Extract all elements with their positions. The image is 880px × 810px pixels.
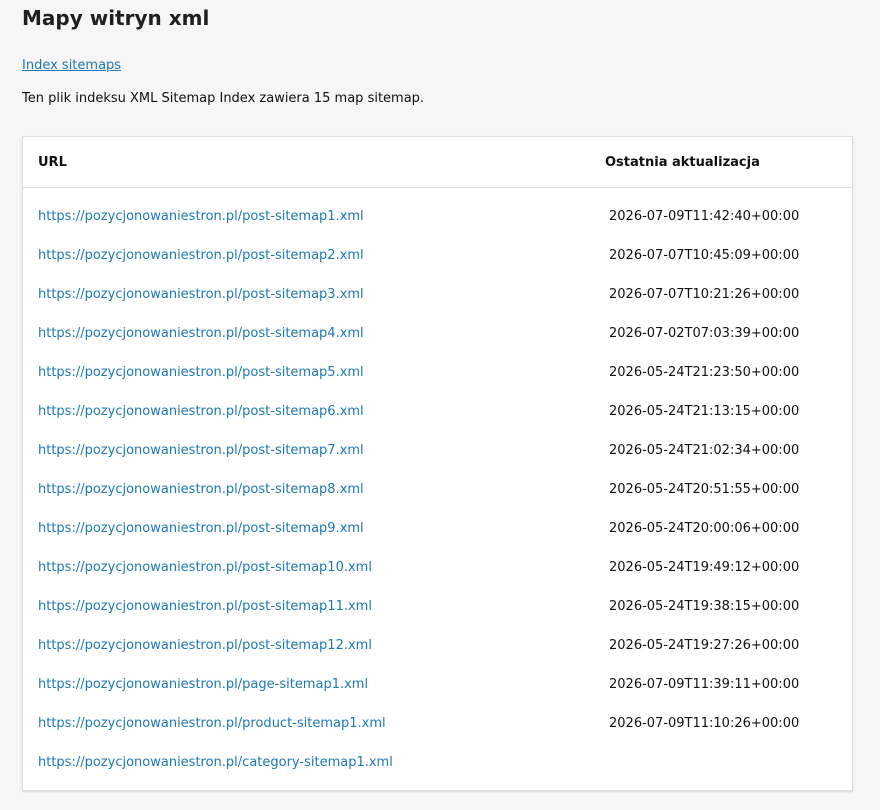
sitemap-url-link[interactable]: https://pozycjonowaniestron.pl/post-site… [38, 599, 372, 615]
last-modified-date: 2026-05-24T21:13:15+00:00 [609, 404, 800, 419]
sitemap-url-link[interactable]: https://pozycjonowaniestron.pl/post-site… [38, 638, 372, 654]
sitemap-url-link[interactable]: https://pozycjonowaniestron.pl/post-site… [38, 287, 364, 303]
sitemap-url-link[interactable]: https://pozycjonowaniestron.pl/page-site… [38, 677, 368, 693]
sitemap-url-link[interactable]: https://pozycjonowaniestron.pl/post-site… [38, 443, 364, 459]
last-modified-date: 2026-05-24T20:00:06+00:00 [609, 521, 800, 536]
table-row: https://pozycjonowaniestron.pl/post-site… [23, 599, 852, 638]
last-modified-date: 2026-07-07T10:21:26+00:00 [609, 287, 800, 302]
table-header: URL Ostatnia aktualizacja [23, 137, 852, 188]
last-modified-date: 2026-05-24T19:49:12+00:00 [609, 560, 800, 575]
table-row: https://pozycjonowaniestron.pl/post-site… [23, 404, 852, 443]
table-row: https://pozycjonowaniestron.pl/product-s… [23, 716, 852, 755]
table-row: https://pozycjonowaniestron.pl/post-site… [23, 365, 852, 404]
table-row: https://pozycjonowaniestron.pl/post-site… [23, 248, 852, 287]
last-modified-date: 2026-07-02T07:03:39+00:00 [609, 326, 800, 341]
last-modified-date: 2026-05-24T21:02:34+00:00 [609, 443, 800, 458]
sitemap-url-link[interactable]: https://pozycjonowaniestron.pl/post-site… [38, 248, 364, 264]
sitemap-description: Ten plik indeksu XML Sitemap Index zawie… [22, 91, 425, 106]
sitemap-url-link[interactable]: https://pozycjonowaniestron.pl/post-site… [38, 404, 364, 420]
table-row: https://pozycjonowaniestron.pl/post-site… [23, 443, 852, 482]
last-modified-date: 2026-07-09T11:39:11+00:00 [609, 677, 800, 692]
table-row: https://pozycjonowaniestron.pl/post-site… [23, 560, 852, 599]
sitemap-page: Mapy witryn xml Index sitemaps Ten plik … [0, 0, 880, 107]
sitemap-url-link[interactable]: https://pozycjonowaniestron.pl/post-site… [38, 521, 364, 537]
last-modified-date: 2026-07-09T11:42:40+00:00 [609, 209, 800, 224]
last-modified-date: 2026-05-24T19:38:15+00:00 [609, 599, 800, 614]
last-modified-date: 2026-05-24T21:23:50+00:00 [609, 365, 800, 380]
index-sitemaps-link[interactable]: Index sitemaps [22, 58, 121, 74]
last-modified-date: 2026-07-07T10:45:09+00:00 [609, 248, 800, 263]
column-header-last-modified: Ostatnia aktualizacja [605, 155, 760, 170]
sitemap-url-link[interactable]: https://pozycjonowaniestron.pl/post-site… [38, 365, 364, 381]
column-header-url: URL [38, 155, 67, 170]
table-row: https://pozycjonowaniestron.pl/category-… [23, 755, 852, 794]
last-modified-date: 2026-05-24T19:27:26+00:00 [609, 638, 800, 653]
table-row: https://pozycjonowaniestron.pl/page-site… [23, 677, 852, 716]
table-body: https://pozycjonowaniestron.pl/post-site… [23, 188, 852, 794]
table-row: https://pozycjonowaniestron.pl/post-site… [23, 209, 852, 248]
sitemap-url-link[interactable]: https://pozycjonowaniestron.pl/post-site… [38, 560, 372, 576]
table-row: https://pozycjonowaniestron.pl/post-site… [23, 326, 852, 365]
table-row: https://pozycjonowaniestron.pl/post-site… [23, 638, 852, 677]
sitemap-table: URL Ostatnia aktualizacja https://pozycj… [22, 136, 853, 791]
last-modified-date: 2026-05-24T20:51:55+00:00 [609, 482, 800, 497]
sitemap-url-link[interactable]: https://pozycjonowaniestron.pl/category-… [38, 755, 393, 771]
last-modified-date: 2026-07-09T11:10:26+00:00 [609, 716, 800, 731]
sitemap-url-link[interactable]: https://pozycjonowaniestron.pl/post-site… [38, 482, 364, 498]
sitemap-url-link[interactable]: https://pozycjonowaniestron.pl/product-s… [38, 716, 386, 732]
sitemap-url-link[interactable]: https://pozycjonowaniestron.pl/post-site… [38, 209, 364, 225]
table-row: https://pozycjonowaniestron.pl/post-site… [23, 521, 852, 560]
sitemap-url-link[interactable]: https://pozycjonowaniestron.pl/post-site… [38, 326, 364, 342]
table-row: https://pozycjonowaniestron.pl/post-site… [23, 482, 852, 521]
table-row: https://pozycjonowaniestron.pl/post-site… [23, 287, 852, 326]
page-title: Mapy witryn xml [22, 6, 210, 30]
